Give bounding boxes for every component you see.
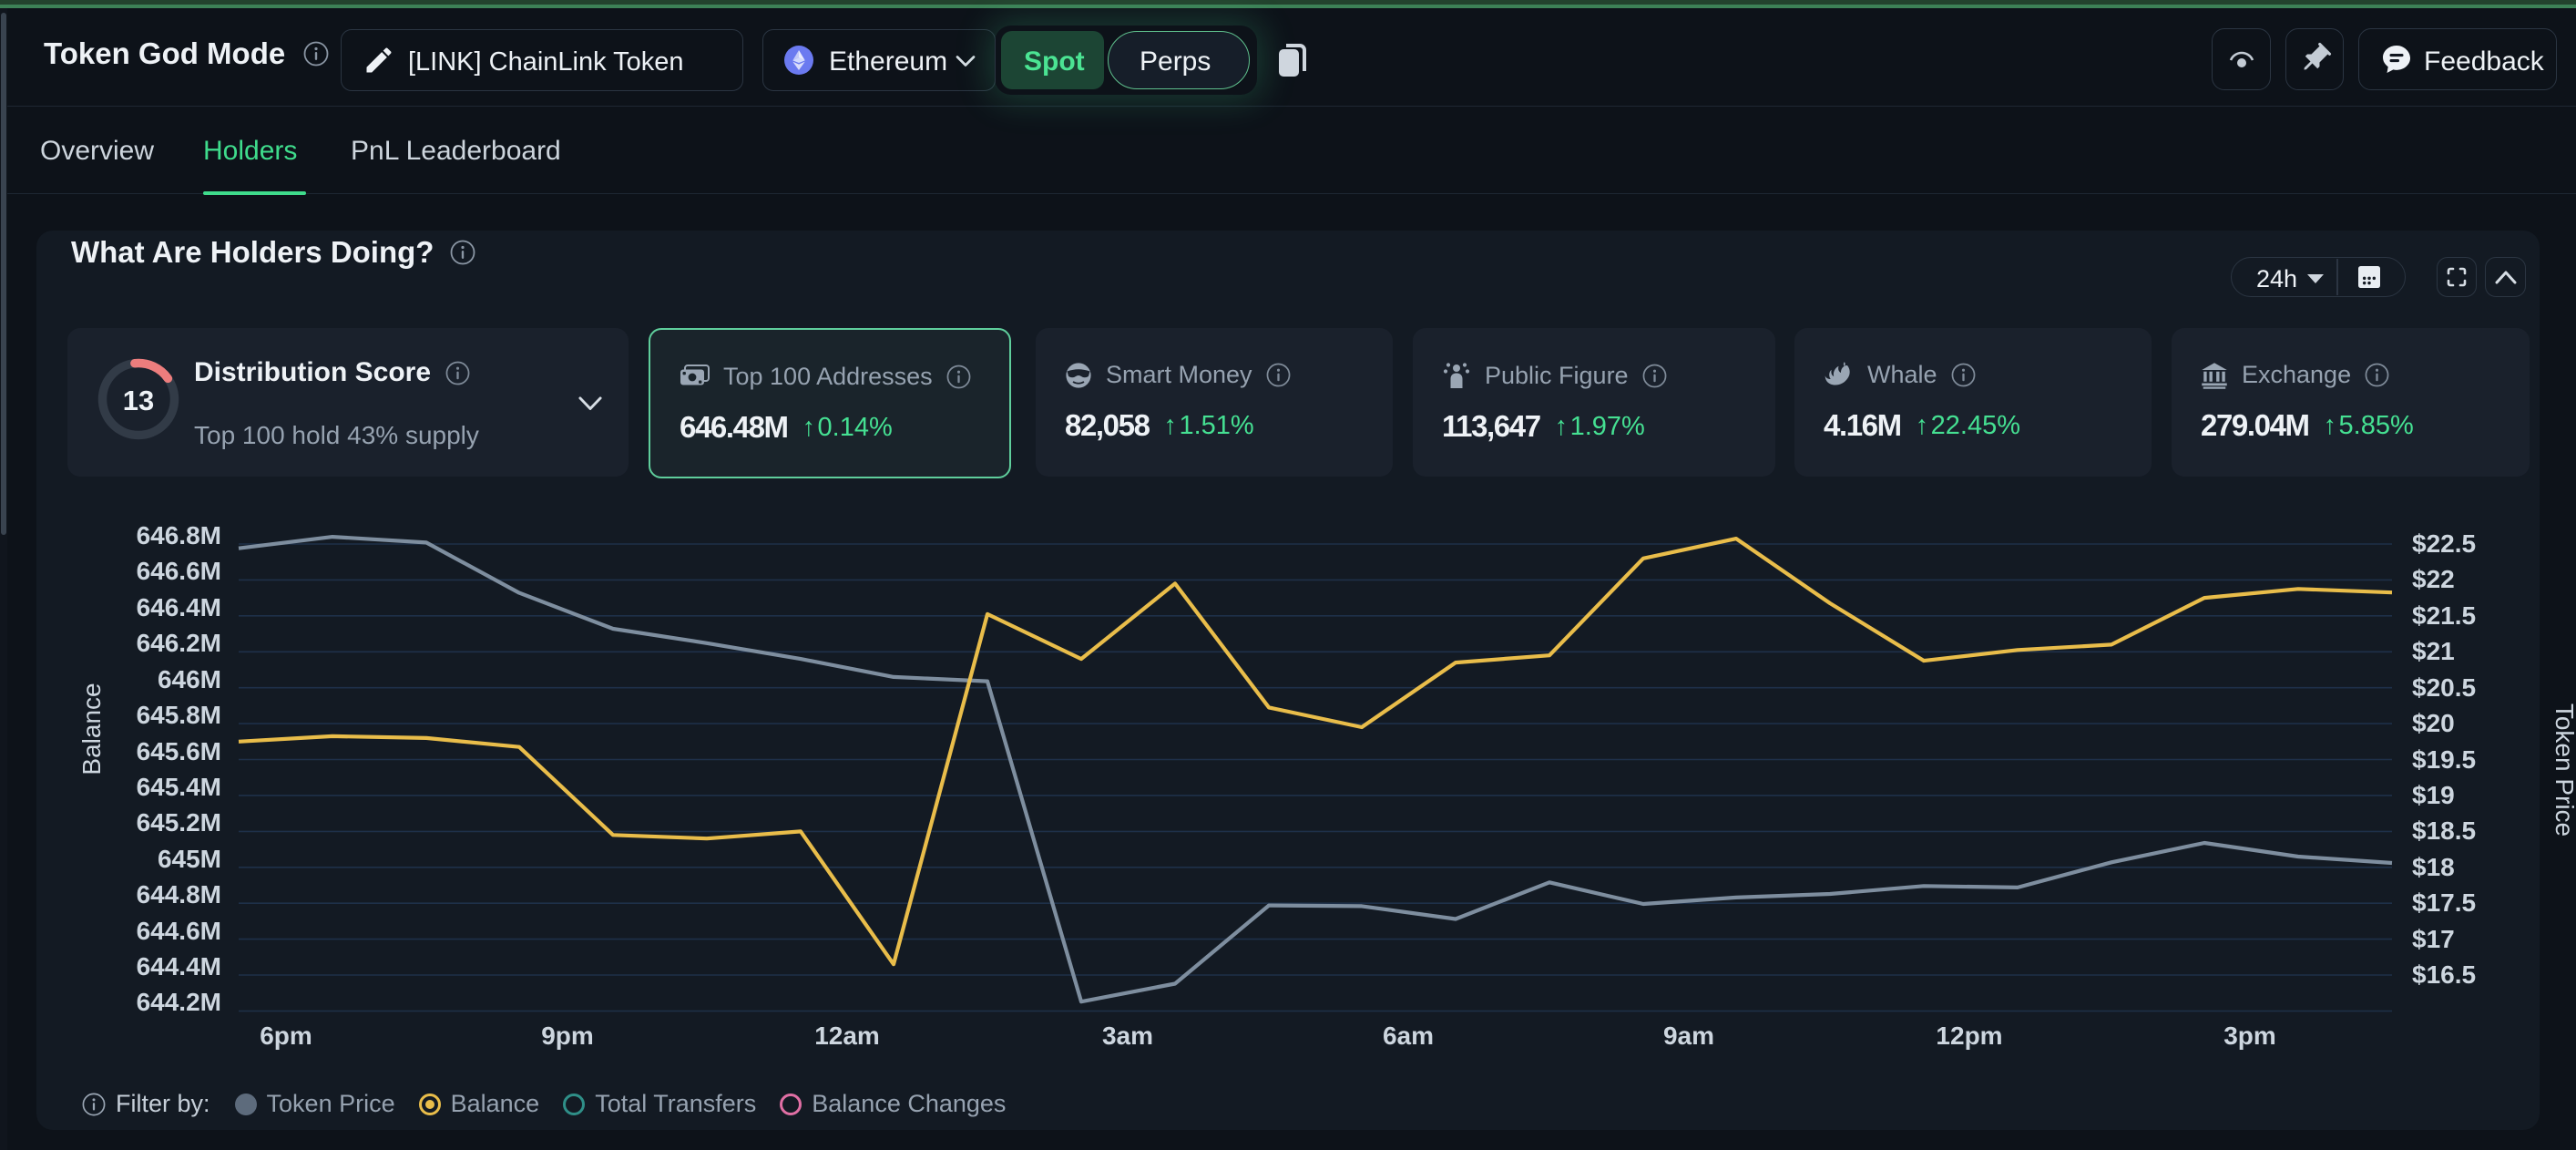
svg-text:$20: $20 [2412,709,2455,737]
svg-text:645.4M: 645.4M [137,773,221,801]
svg-text:3pm: 3pm [2223,1022,2276,1050]
svg-text:Balance: Balance [77,683,106,775]
svg-text:$21: $21 [2412,637,2455,665]
svg-text:$16.5: $16.5 [2412,960,2476,989]
svg-text:$22: $22 [2412,565,2455,593]
svg-text:646.8M: 646.8M [137,521,221,549]
svg-text:646.4M: 646.4M [137,593,221,621]
svg-text:644.6M: 644.6M [137,917,221,945]
svg-text:$18.5: $18.5 [2412,816,2476,845]
svg-text:646.2M: 646.2M [137,629,221,657]
svg-text:$19: $19 [2412,781,2455,809]
svg-text:$18: $18 [2412,853,2455,881]
svg-text:645M: 645M [158,845,221,873]
svg-text:9pm: 9pm [541,1022,594,1050]
svg-text:$19.5: $19.5 [2412,745,2476,774]
svg-text:644.2M: 644.2M [137,988,221,1016]
svg-text:9am: 9am [1663,1022,1714,1050]
svg-text:644.8M: 644.8M [137,880,221,909]
svg-text:Token Price: Token Price [2550,703,2576,837]
svg-text:$22.5: $22.5 [2412,529,2476,558]
svg-text:$20.5: $20.5 [2412,673,2476,702]
svg-text:6pm: 6pm [260,1022,312,1050]
svg-text:645.6M: 645.6M [137,737,221,765]
svg-text:646M: 646M [158,665,221,693]
svg-text:644.4M: 644.4M [137,952,221,981]
svg-text:646.6M: 646.6M [137,557,221,585]
svg-text:645.2M: 645.2M [137,808,221,837]
svg-text:$21.5: $21.5 [2412,601,2476,630]
svg-text:$17.5: $17.5 [2412,888,2476,917]
svg-text:$17: $17 [2412,925,2455,953]
svg-text:645.8M: 645.8M [137,701,221,729]
svg-text:6am: 6am [1383,1022,1434,1050]
svg-text:12am: 12am [814,1022,880,1050]
svg-text:3am: 3am [1102,1022,1153,1050]
svg-text:12pm: 12pm [1936,1022,2002,1050]
